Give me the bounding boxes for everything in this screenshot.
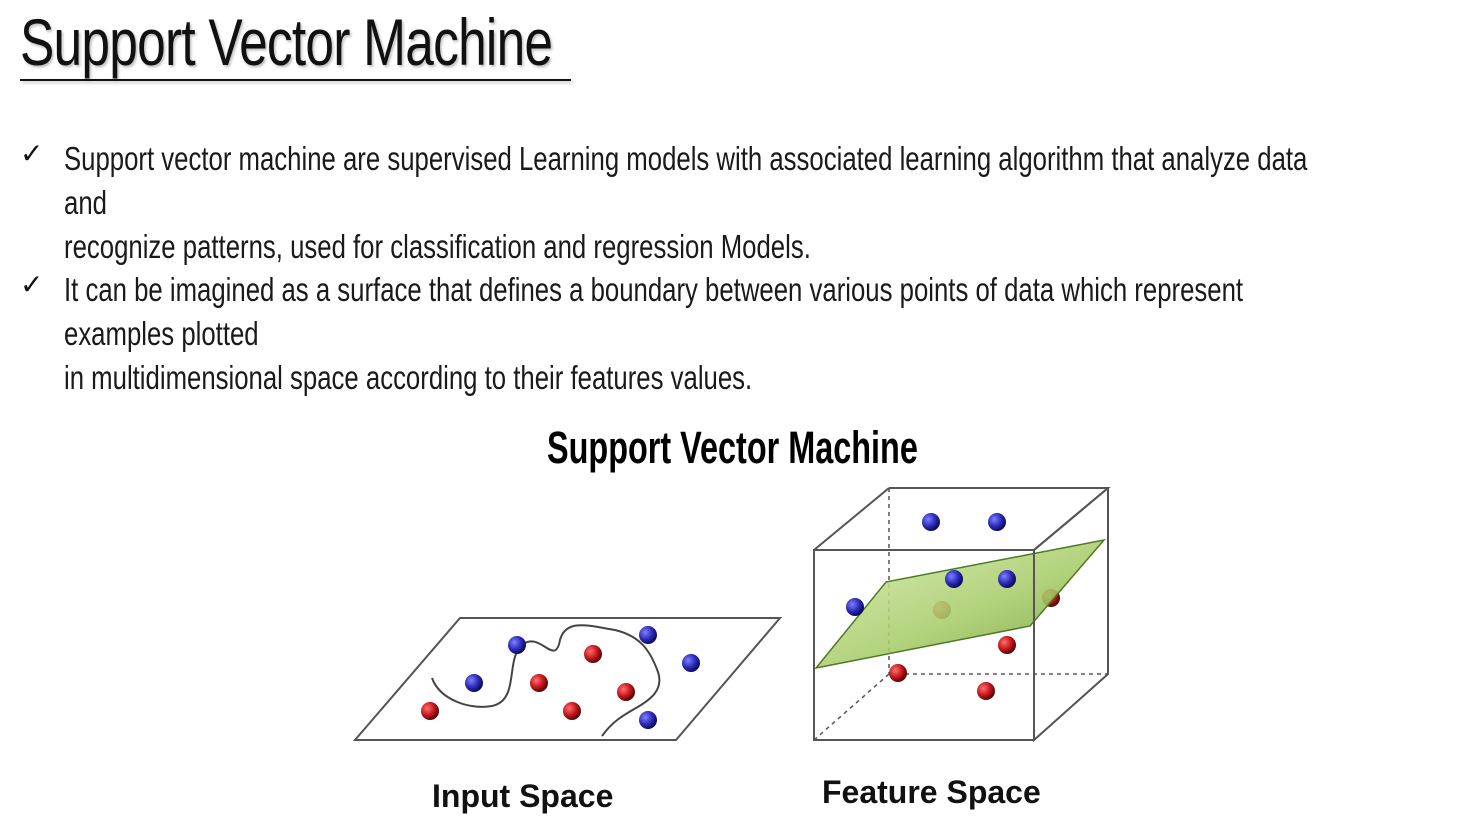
class-a-point — [988, 513, 1006, 531]
class-a-point — [682, 654, 700, 672]
cube-hidden-edge — [813, 673, 890, 741]
class-a-point — [922, 513, 940, 531]
class-a-point — [945, 570, 963, 588]
class-a-point — [508, 636, 526, 654]
class-b-point — [977, 682, 995, 700]
class-a-point — [465, 674, 483, 692]
class-a-point — [846, 598, 864, 616]
class-b-point — [421, 702, 439, 720]
class-b-point — [617, 683, 635, 701]
input-space-plane — [352, 617, 783, 741]
svm-illustration — [352, 487, 1111, 743]
feature-space-diagram — [813, 487, 1111, 743]
input-space-diagram — [352, 617, 783, 741]
class-b-point — [998, 636, 1016, 654]
class-a-point — [639, 711, 657, 729]
input-space-caption: Input Space — [432, 778, 614, 814]
class-a-point — [998, 570, 1016, 588]
class-b-point — [889, 664, 907, 682]
class-a-point — [639, 626, 657, 644]
class-b-point — [563, 702, 581, 720]
feature-space-caption: Feature Space — [822, 774, 1041, 810]
class-b-point — [530, 674, 548, 692]
class-b-point — [584, 645, 602, 663]
